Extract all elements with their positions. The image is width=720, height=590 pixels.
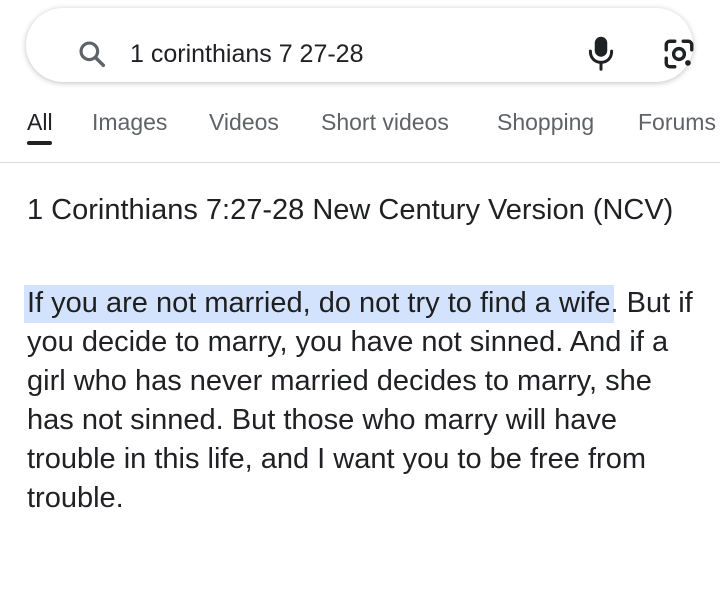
tab-all[interactable]: All (27, 108, 53, 136)
tab-videos[interactable]: Videos (209, 108, 279, 136)
microphone-icon[interactable] (586, 34, 616, 72)
tab-shopping[interactable]: Shopping (497, 108, 594, 136)
lens-icon[interactable] (662, 37, 696, 71)
search-tabs: All Images Videos Short videos Shopping … (0, 104, 720, 140)
verse-reference: 1 Corinthians 7:27-28 New Century Versio… (27, 194, 674, 226)
search-icon[interactable] (76, 38, 108, 70)
verse-passage: If you are not married, do not try to fi… (27, 284, 699, 518)
highlighted-text: If you are not married, do not try to fi… (27, 285, 611, 323)
search-input[interactable]: 1 corinthians 7 27-28 (130, 38, 363, 70)
active-tab-indicator (27, 141, 52, 145)
tab-images[interactable]: Images (92, 108, 167, 136)
tab-short-videos[interactable]: Short videos (321, 108, 449, 136)
tab-forums[interactable]: Forums (638, 108, 716, 136)
search-bar[interactable]: 1 corinthians 7 27-28 (26, 8, 696, 82)
divider (0, 162, 720, 163)
